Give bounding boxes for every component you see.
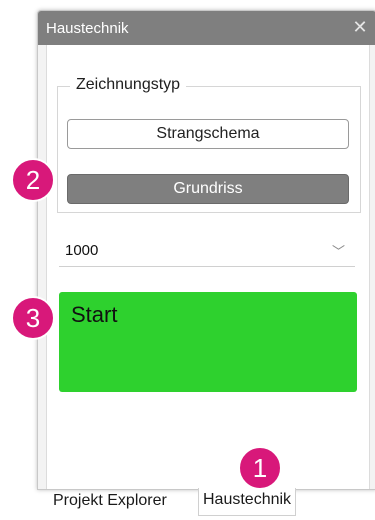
panel-titlebar: Haustechnik ✕	[38, 11, 375, 45]
panel-title: Haustechnik	[46, 19, 129, 37]
haustechnik-panel: Haustechnik ✕ Zeichnungstyp Strangschema…	[37, 10, 375, 490]
strangschema-button[interactable]: Strangschema	[67, 119, 349, 149]
start-button-label: Start	[71, 302, 118, 327]
chevron-down-icon[interactable]: ﹀	[332, 241, 345, 260]
scale-select-value: 1000	[65, 242, 99, 259]
panel-tabs: Projekt Explorer Haustechnik	[37, 488, 375, 520]
callout-badge-1: 1	[238, 446, 282, 490]
callout-badge-3: 3	[11, 296, 55, 340]
callout-badge-2: 2	[11, 158, 55, 202]
grundriss-button[interactable]: Grundriss	[67, 174, 349, 204]
start-button[interactable]: Start	[59, 292, 357, 392]
tab-haustechnik[interactable]: Haustechnik	[198, 488, 297, 516]
panel-content: Zeichnungstyp Strangschema Grundriss 100…	[46, 45, 370, 489]
tab-projekt-explorer[interactable]: Projekt Explorer	[49, 489, 171, 515]
scale-select[interactable]: 1000 ﹀	[59, 236, 355, 267]
close-icon[interactable]: ✕	[350, 17, 370, 37]
drawing-type-label: Zeichnungstyp	[70, 76, 187, 94]
